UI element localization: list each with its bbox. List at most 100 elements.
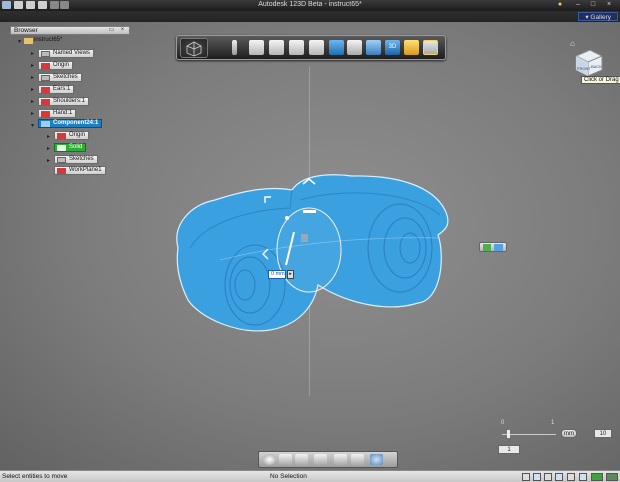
component-icon [41, 121, 50, 127]
hidden-visibility-icon [41, 63, 50, 69]
folder-icon [41, 51, 50, 57]
tree-node-label: Named Views [53, 50, 90, 56]
dimension-dropdown-icon[interactable]: ▸ [287, 270, 294, 279]
tree-node-solid[interactable]: Solid [54, 143, 87, 152]
snap-toggle-icon[interactable] [483, 244, 491, 251]
status-prompt: Select entities to move [2, 473, 68, 480]
browser-title: Browser [14, 27, 38, 34]
tree-node-label: Component24:1 [53, 120, 99, 126]
tree-node-label: Ears:1 [53, 86, 71, 92]
grid-controls: 0 1 mm 10 1 [498, 420, 616, 458]
display-mode-icon[interactable] [351, 454, 364, 465]
select-filter-icon[interactable] [522, 473, 530, 481]
expand-toggle-icon[interactable]: ▸ [31, 62, 34, 69]
tree-node-shoulders[interactable]: Shoulders:1 [38, 97, 90, 106]
grid-slider-thumb[interactable] [507, 430, 511, 438]
document-icon [24, 38, 33, 44]
box-icon[interactable] [249, 40, 264, 55]
tree-node-workplane[interactable]: WorkPlane1 [54, 166, 106, 175]
tree-node-label: Sketches [53, 74, 78, 80]
expand-toggle-icon[interactable]: ▸ [31, 86, 34, 93]
status-bar: Select entities to move No Selection [0, 470, 620, 482]
home-view-icon[interactable]: ⌂ [570, 39, 575, 48]
tree-node-named-views[interactable]: Named Views [38, 49, 94, 58]
expand-toggle-icon[interactable]: ▸ [31, 98, 34, 105]
tree-node-label: Origin [69, 132, 86, 138]
snap-value-field[interactable]: 1 [498, 445, 520, 454]
tree-node-sketches[interactable]: Sketches [38, 73, 82, 82]
zoom-icon[interactable] [295, 454, 308, 465]
render-icon[interactable] [591, 473, 603, 481]
extrude-icon[interactable] [269, 40, 284, 55]
tree-node-label: Sketches [69, 156, 94, 162]
tree-node-label: WorkPlane1 [69, 167, 102, 173]
solid-body-icon [57, 145, 66, 151]
folder-icon [57, 157, 66, 163]
view-mode-icon[interactable] [334, 454, 347, 465]
combine-icon[interactable] [329, 40, 344, 55]
expand-toggle-icon[interactable]: ▸ [47, 157, 50, 164]
expand-toggle-icon[interactable]: ▸ [31, 50, 34, 57]
tree-node-component24[interactable]: Component24:1 [38, 119, 103, 128]
grid-toggle-icon[interactable] [494, 244, 503, 251]
navigation-bar [258, 451, 398, 468]
tree-node-root[interactable]: instruct65* [22, 37, 65, 46]
move-icon[interactable] [289, 40, 304, 55]
expand-toggle-icon[interactable]: ▾ [31, 122, 34, 129]
fit-icon[interactable] [314, 454, 327, 465]
browser-header: Browser ▭ × [10, 26, 130, 35]
pan-icon[interactable] [279, 454, 292, 465]
hidden-visibility-icon [57, 168, 66, 174]
modify-icon[interactable] [309, 40, 324, 55]
lasso-select-icon[interactable] [544, 473, 552, 481]
grid-icon[interactable] [567, 473, 575, 481]
viewcube-back-label: BACK [591, 64, 602, 69]
dimension-icon[interactable] [579, 473, 587, 481]
expand-toggle-icon[interactable]: ▾ [18, 38, 21, 45]
snap-icon[interactable] [404, 40, 419, 55]
quick-tools-panel[interactable] [479, 242, 507, 252]
slider-max-label: 1 [551, 420, 555, 426]
tree-node-component-sketches[interactable]: Sketches [54, 155, 98, 164]
tree-node-origin[interactable]: Origin [38, 61, 74, 70]
expand-toggle-icon[interactable]: ▸ [47, 133, 50, 140]
pattern-icon[interactable] [347, 40, 362, 55]
selection-status: No Selection [270, 473, 307, 480]
main-toolbar: 3D [176, 35, 446, 60]
viewcube-tooltip: Click or Drag [581, 76, 620, 84]
browser-close-icon[interactable]: × [119, 27, 126, 34]
hidden-visibility-icon [41, 111, 50, 117]
viewcube[interactable]: FRONT BACK [572, 48, 604, 78]
tree-node-label: instruct65* [34, 37, 63, 43]
viewcube-front-label: FRONT [577, 66, 591, 71]
snap-icon[interactable] [555, 473, 563, 481]
expand-toggle-icon[interactable]: ▸ [47, 145, 50, 152]
box-select-icon[interactable] [533, 473, 541, 481]
tree-node-hand[interactable]: Hand:1 [38, 109, 77, 118]
tree-node-label: Solid [69, 144, 83, 150]
dimension-input[interactable]: 0 mm [268, 270, 286, 279]
grouping-icon[interactable] [366, 40, 381, 55]
browser-collapse-icon[interactable]: ▭ [108, 27, 115, 34]
tree-node-component-origin[interactable]: Origin [54, 131, 90, 140]
folder-icon [41, 75, 50, 81]
performance-icon[interactable] [606, 473, 618, 481]
grid-value-field[interactable]: 10 [594, 429, 612, 438]
hidden-visibility-icon [57, 133, 66, 139]
hidden-visibility-icon [41, 99, 50, 105]
look-at-icon[interactable] [370, 454, 383, 465]
slider-min-label: 0 [501, 420, 505, 426]
measure-icon[interactable]: 3D [385, 40, 400, 55]
expand-toggle-icon[interactable]: ▸ [31, 74, 34, 81]
tree-node-label: Origin [53, 62, 70, 68]
orbit-icon[interactable] [263, 454, 276, 465]
pencil-icon[interactable] [232, 40, 237, 55]
unit-selector[interactable]: mm [561, 429, 577, 438]
expand-toggle-icon[interactable]: ▸ [31, 110, 34, 117]
hidden-visibility-icon [41, 87, 50, 93]
material-icon[interactable] [423, 40, 438, 55]
cube-wireframe-icon [186, 41, 202, 57]
primitives-menu-button[interactable] [180, 38, 208, 58]
tree-node-label: Shoulders:1 [53, 98, 86, 104]
tree-node-ears[interactable]: Ears:1 [38, 85, 75, 94]
